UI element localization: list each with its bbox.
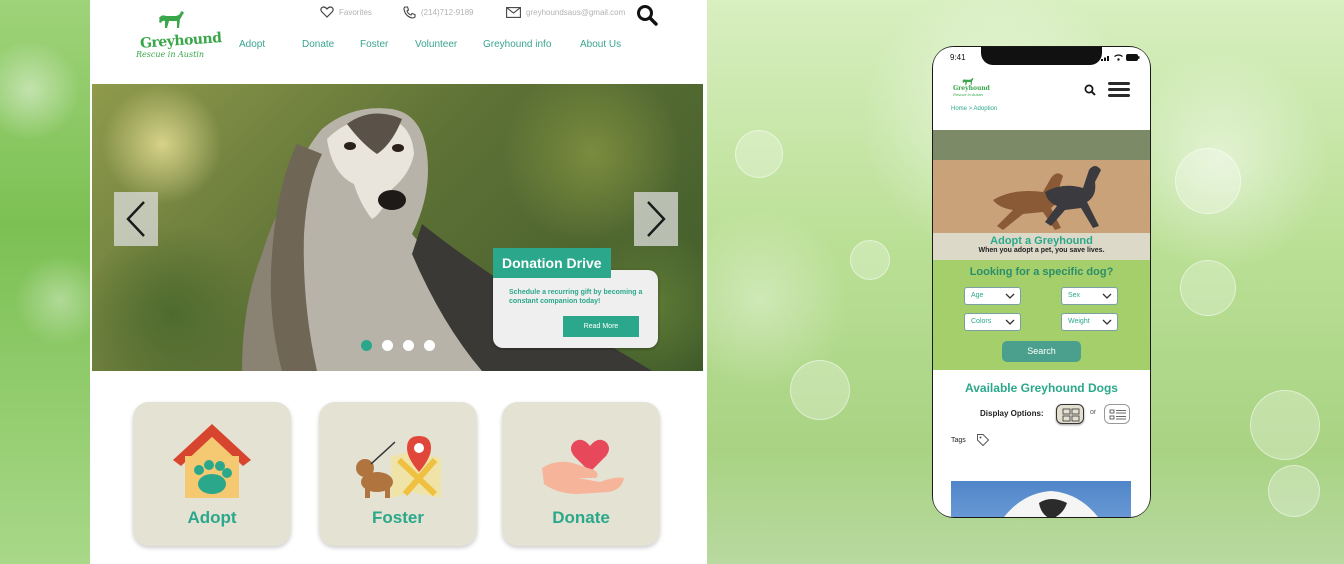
signal-icon	[1101, 56, 1109, 61]
favorites-link[interactable]: Favorites	[320, 5, 372, 19]
status-icons	[1101, 54, 1140, 61]
bokeh-circle	[1180, 260, 1236, 316]
greyhound-logo-icon	[159, 11, 184, 28]
grid-view-icon	[1062, 408, 1080, 422]
chevron-left-icon	[126, 201, 145, 237]
nav-greyhound-info[interactable]: Greyhound info	[483, 39, 551, 50]
dog-listing-photo[interactable]	[951, 481, 1131, 517]
wifi-icon	[1114, 54, 1123, 61]
bokeh-circle	[1250, 390, 1320, 460]
carousel-dot-1[interactable]	[361, 340, 372, 351]
sex-select[interactable]: Sex	[1061, 287, 1118, 305]
nav-foster[interactable]: Foster	[360, 39, 388, 50]
nav-donate[interactable]: Donate	[302, 39, 334, 50]
house-paw-icon	[173, 424, 251, 498]
adopt-tile-label: Adopt	[187, 508, 237, 527]
logo-subtitle: Rescue in Austin	[136, 50, 204, 59]
donate-tile-label: Donate	[552, 508, 610, 527]
battery-icon	[1126, 54, 1140, 61]
sex-select-value: Sex	[1068, 292, 1081, 299]
donation-card-text: Schedule a recurring gift by becoming a …	[509, 289, 643, 305]
chevron-right-icon	[647, 201, 666, 237]
phone-link[interactable]: (214)712-9189	[403, 5, 473, 19]
adopt-banner-subtitle: When you adopt a pet, you save lives.	[978, 247, 1105, 254]
mobile-logo-title: Greyhound	[953, 85, 990, 92]
adopt-banner-title: Adopt a Greyhound	[990, 235, 1093, 247]
hero-carousel: Schedule a recurring gift by becoming a …	[92, 84, 703, 371]
adopt-banner: Adopt a Greyhound When you adopt a pet, …	[933, 233, 1150, 260]
bokeh-circle	[1175, 148, 1241, 214]
available-dogs-title: Available Greyhound Dogs	[965, 381, 1118, 395]
mobile-logo[interactable]: Greyhound Rescue in Austin	[953, 77, 990, 97]
phone-screen: 9:41 Greyhound Rescue in Austin Home > A…	[933, 47, 1150, 517]
donation-drive-title: Donation Drive	[493, 248, 611, 278]
tags-label: Tags	[951, 437, 966, 444]
breadcrumb: Home > Adoption	[951, 106, 998, 112]
heart-hand-icon	[542, 439, 624, 494]
search-icon[interactable]	[1084, 84, 1096, 96]
grid-view-button[interactable]	[1056, 404, 1084, 424]
display-options-label: Display Options:	[980, 409, 1044, 418]
envelope-icon	[506, 6, 521, 18]
bokeh-circle	[1268, 465, 1320, 517]
chevron-down-icon	[1005, 319, 1015, 325]
dog-listing-image	[1004, 491, 1098, 517]
foster-tile[interactable]: Foster	[319, 402, 477, 546]
chevron-down-icon	[1102, 293, 1112, 299]
carousel-dot-3[interactable]	[403, 340, 414, 351]
age-select-value: Age	[971, 292, 984, 299]
favorites-label: Favorites	[339, 7, 372, 17]
mobile-logo-subtitle: Rescue in Austin	[953, 92, 983, 97]
mobile-hero-image	[933, 130, 1150, 233]
phone-icon	[403, 5, 416, 19]
carousel-dot-4[interactable]	[424, 340, 435, 351]
carousel-dots	[361, 340, 435, 351]
nav-adopt[interactable]: Adopt	[239, 39, 265, 50]
weight-select-value: Weight	[1068, 318, 1090, 325]
status-time: 9:41	[950, 53, 966, 62]
logo-title: Greyhound	[139, 30, 223, 52]
tag-icon[interactable]	[976, 433, 990, 447]
age-select[interactable]: Age	[964, 287, 1021, 305]
running-greyhounds-photo	[933, 130, 1150, 233]
adopt-tile[interactable]: Adopt	[133, 402, 291, 546]
phone-mockup: 9:41 Greyhound Rescue in Austin Home > A…	[932, 46, 1151, 518]
read-more-button[interactable]: Read More	[563, 316, 639, 337]
carousel-dot-2[interactable]	[382, 340, 393, 351]
dog-filter-panel: Looking for a specific dog? Age Sex Colo…	[933, 260, 1150, 370]
chevron-down-icon	[1102, 319, 1112, 325]
foster-tile-label: Foster	[372, 508, 424, 527]
email-address: greyhoundsaus@gmail.com	[526, 7, 626, 17]
chevron-down-icon	[1005, 293, 1015, 299]
nav-about-us[interactable]: About Us	[580, 39, 621, 50]
filter-title: Looking for a specific dog?	[969, 266, 1114, 278]
or-label: or	[1090, 409, 1097, 416]
carousel-prev-button[interactable]	[114, 192, 158, 246]
left-background	[0, 0, 90, 564]
email-link[interactable]: greyhoundsaus@gmail.com	[506, 5, 625, 19]
donation-card: Schedule a recurring gift by becoming a …	[493, 270, 658, 348]
heart-icon	[320, 6, 334, 18]
carousel-next-button[interactable]	[634, 192, 678, 246]
bokeh-circle	[790, 360, 850, 420]
phone-number: (214)712-9189	[421, 7, 474, 17]
dog-map-icon	[356, 436, 441, 498]
weight-select[interactable]: Weight	[1061, 313, 1118, 331]
colors-select[interactable]: Colors	[964, 313, 1021, 331]
list-view-button[interactable]	[1104, 404, 1130, 424]
colors-select-value: Colors	[971, 318, 992, 325]
phone-notch	[981, 47, 1102, 65]
bokeh-circle	[735, 130, 783, 178]
search-icon[interactable]	[636, 4, 658, 26]
site-logo[interactable]: Greyhound Rescue in Austin	[134, 8, 222, 60]
bokeh-circle	[850, 240, 890, 280]
hamburger-menu-icon[interactable]	[1108, 82, 1130, 98]
nav-volunteer[interactable]: Volunteer	[415, 39, 457, 50]
donate-tile[interactable]: Donate	[502, 402, 660, 546]
desktop-site: Greyhound Rescue in Austin Favorites (21…	[90, 0, 707, 564]
search-button[interactable]: Search	[1002, 341, 1081, 362]
list-view-icon	[1109, 409, 1126, 420]
